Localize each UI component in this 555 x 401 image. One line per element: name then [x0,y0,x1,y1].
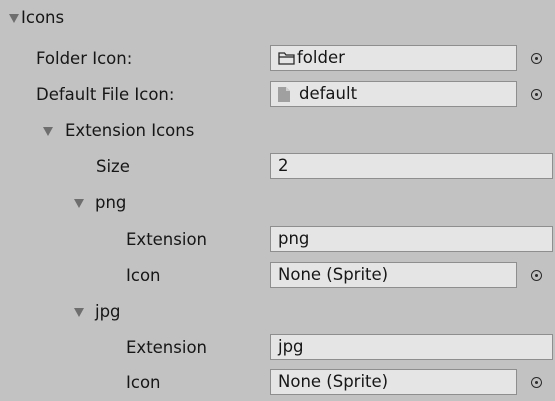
default-file-icon-label: Default File Icon: [36,85,175,104]
jpg-foldout-label: jpg [95,302,121,321]
size-input[interactable]: 2 [270,153,553,179]
png-extension-value: png [278,229,310,248]
size-value: 2 [278,156,289,175]
jpg-icon-value: None (Sprite) [278,372,389,391]
size-label: Size [96,157,130,176]
object-picker-icon[interactable] [531,377,542,388]
foldout-arrow-icon[interactable] [74,308,84,317]
default-file-icon-value: default [299,84,358,103]
png-foldout[interactable]: png [0,185,555,221]
object-picker-icon[interactable] [531,89,542,100]
folder-icon-value: folder [297,48,345,67]
jpg-extension-row: Extension jpg [0,330,555,366]
jpg-icon-row: Icon None (Sprite) [0,365,555,401]
png-foldout-label: png [95,193,127,212]
default-file-icon-row: Default File Icon: default [0,77,555,113]
default-file-icon-field[interactable]: default [270,81,517,107]
png-icon-field[interactable]: None (Sprite) [270,262,517,288]
file-icon [278,86,290,102]
png-icon-row: Icon None (Sprite) [0,258,555,294]
jpg-icon-label: Icon [126,373,161,392]
folder-icon-field[interactable]: folder [270,45,517,71]
object-picker-icon[interactable] [531,270,542,281]
folder-icon [278,51,295,65]
png-extension-label: Extension [126,230,208,249]
png-extension-input[interactable]: png [270,226,553,252]
jpg-foldout[interactable]: jpg [0,294,555,330]
foldout-arrow-icon[interactable] [43,127,53,136]
object-picker-icon[interactable] [531,53,542,64]
foldout-arrow-icon[interactable] [9,14,19,23]
png-extension-row: Extension png [0,222,555,258]
folder-icon-row: Folder Icon: folder [0,41,555,77]
size-row: Size 2 [0,149,555,185]
icons-foldout-label: Icons [21,8,65,27]
jpg-extension-value: jpg [278,337,304,356]
extension-icons-label: Extension Icons [65,121,195,140]
jpg-extension-label: Extension [126,338,208,357]
jpg-extension-input[interactable]: jpg [270,334,553,360]
jpg-icon-field[interactable]: None (Sprite) [270,369,517,395]
inspector-panel: Icons Folder Icon: folder Default File I… [0,0,555,401]
png-icon-value: None (Sprite) [278,265,389,284]
folder-icon-label: Folder Icon: [36,49,133,68]
extension-icons-foldout[interactable]: Extension Icons [0,113,555,149]
png-icon-label: Icon [126,266,161,285]
icons-foldout[interactable]: Icons [0,0,555,36]
foldout-arrow-icon[interactable] [74,199,84,208]
